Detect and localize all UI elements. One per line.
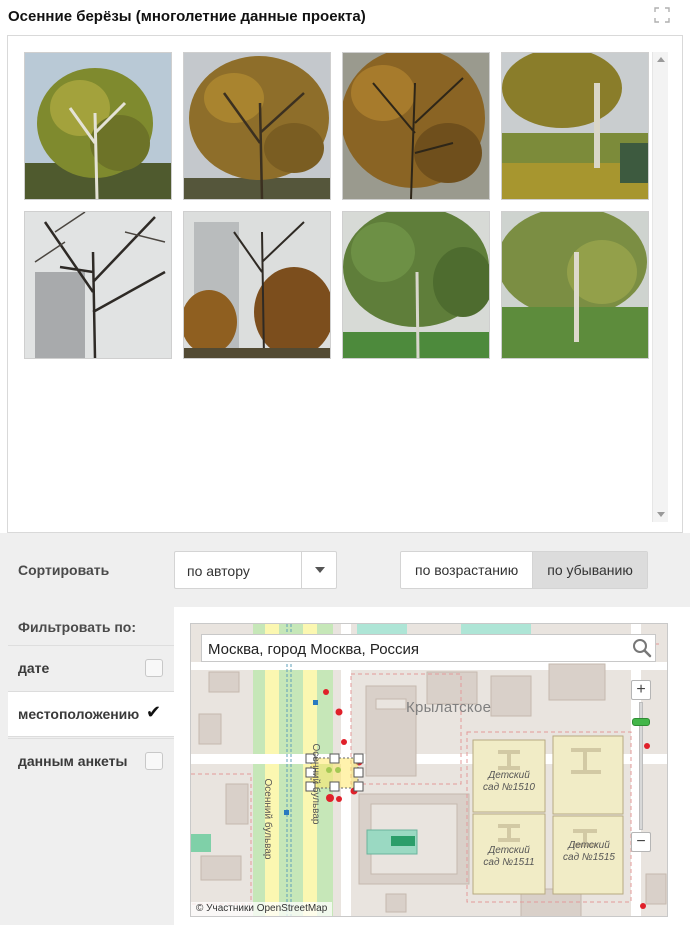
- gallery-photo-7[interactable]: [342, 211, 490, 359]
- photo-birch-6-icon: [184, 212, 330, 358]
- map-kindergarten-1511: Детский сад №1511: [477, 845, 541, 869]
- photo-birch-1-icon: [25, 53, 171, 199]
- map-canvas[interactable]: Осенний бульвар Осенний бульвар: [191, 624, 668, 917]
- gallery-photo-6[interactable]: [183, 211, 331, 359]
- gallery-photo-8[interactable]: [501, 211, 649, 359]
- house-line-1: Детский: [568, 840, 610, 851]
- house-line-2: сад №1515: [563, 852, 615, 863]
- expand-icon[interactable]: [654, 7, 670, 23]
- sort-label: Сортировать: [18, 562, 110, 578]
- gallery-scrollbar[interactable]: [652, 52, 668, 522]
- house-line-2: сад №1511: [483, 857, 535, 868]
- scroll-down-arrow-icon[interactable]: [657, 512, 665, 517]
- photo-birch-8-icon: [502, 212, 648, 358]
- photo-birch-4-icon: [502, 53, 648, 199]
- filter-item-survey[interactable]: данным анкеты: [8, 738, 174, 784]
- photo-birch-2-icon: [184, 53, 330, 199]
- map-kindergarten-1510: Детский сад №1510: [477, 770, 541, 794]
- street-label-1: Осенний бульвар: [262, 779, 274, 860]
- filter-item-date[interactable]: дате: [8, 645, 174, 691]
- sort-descending-button[interactable]: по убыванию: [532, 552, 647, 588]
- filter-item-label: местоположению: [18, 706, 140, 722]
- filter-item-location[interactable]: местоположению ✔: [8, 691, 174, 737]
- zoom-out-button[interactable]: −: [631, 832, 651, 852]
- sort-select-value: по автору: [187, 563, 250, 579]
- house-line-1: Детский: [488, 845, 530, 856]
- house-line-2: сад №1510: [483, 782, 535, 793]
- zoom-slider-handle[interactable]: [632, 718, 650, 726]
- map-attribution: © Участники OpenStreetMap: [191, 902, 333, 916]
- filter-item-label: данным анкеты: [18, 753, 128, 769]
- gallery-photo-2[interactable]: [183, 52, 331, 200]
- date-checkbox[interactable]: [145, 659, 163, 677]
- header: Осенние берёзы (многолетние данные проек…: [0, 0, 690, 34]
- gallery-photo-5[interactable]: [24, 211, 172, 359]
- survey-checkbox[interactable]: [145, 752, 163, 770]
- search-icon[interactable]: [629, 636, 655, 660]
- chevron-down-icon[interactable]: [301, 552, 337, 588]
- house-line-1: Детский: [488, 770, 530, 781]
- map-view[interactable]: Осенний бульвар Осенний бульвар Крылатск…: [190, 623, 668, 917]
- photo-birch-7-icon: [343, 212, 489, 358]
- map-kindergarten-1515: Детский сад №1515: [557, 840, 621, 864]
- sort-select[interactable]: по автору: [174, 551, 337, 589]
- page-title: Осенние берёзы (многолетние данные проек…: [8, 8, 366, 25]
- photo-gallery: [7, 35, 683, 533]
- street-label-2: Осенний бульвар: [310, 744, 322, 825]
- filter-item-label: дате: [18, 660, 50, 676]
- photo-birch-3-icon: [343, 53, 489, 199]
- sort-ascending-button[interactable]: по возрастанию: [401, 552, 533, 588]
- map-zoom-control: + −: [631, 680, 651, 852]
- gallery-photo-1[interactable]: [24, 52, 172, 200]
- photo-birch-5-icon: [25, 212, 171, 358]
- map-search-box: [201, 634, 656, 662]
- map-district-label: Крылатское: [406, 699, 492, 716]
- filter-label: Фильтровать по:: [18, 619, 137, 635]
- gallery-photo-4[interactable]: [501, 52, 649, 200]
- zoom-in-button[interactable]: +: [631, 680, 651, 700]
- map-search-input[interactable]: [208, 639, 618, 659]
- sort-order-toggle: по возрастанию по убыванию: [400, 551, 648, 589]
- location-checkbox[interactable]: ✔: [145, 702, 163, 723]
- checkmark-icon: ✔: [146, 702, 162, 723]
- gallery-photo-3[interactable]: [342, 52, 490, 200]
- scroll-up-arrow-icon[interactable]: [657, 57, 665, 62]
